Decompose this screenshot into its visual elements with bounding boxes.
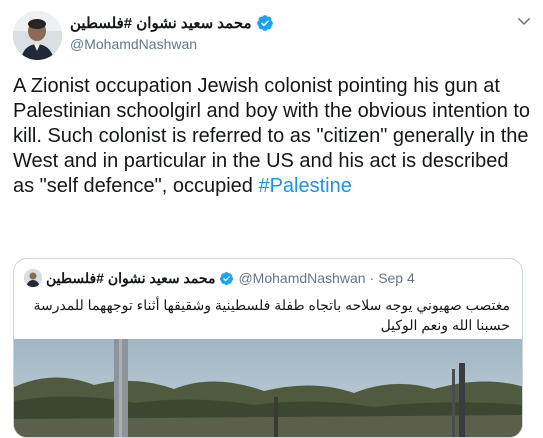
chevron-down-icon[interactable] xyxy=(515,12,533,30)
quoted-date[interactable]: Sep 4 xyxy=(378,270,415,286)
quoted-separator: · xyxy=(369,270,375,286)
author-display-name[interactable]: محمد سعيد نشوان #فلسطين xyxy=(70,14,252,32)
author-avatar[interactable] xyxy=(13,11,62,60)
quoted-text-line1: مغتصب صهيوني يوجه سلاحه باتجاه طفلة فلسط… xyxy=(33,297,510,313)
hashtag-palestine-link[interactable]: #Palestine xyxy=(258,175,351,197)
avatar-photo xyxy=(13,11,62,60)
quoted-media-image[interactable] xyxy=(14,339,522,437)
quoted-text-line2: حسبنا الله ونعم الوكيل xyxy=(380,317,510,333)
quoted-author-handle: @MohamdNashwan xyxy=(238,270,366,286)
quoted-tweet-header: محمد سعيد نشوان #فلسطين @MohamdNashwan ·… xyxy=(24,269,415,287)
author-name-row: محمد سعيد نشوان #فلسطين xyxy=(70,12,274,34)
quoted-author-avatar xyxy=(24,269,42,287)
quoted-tweet-text: مغتصب صهيوني يوجه سلاحه باتجاه طفلة فلسط… xyxy=(25,295,510,335)
verified-badge-icon xyxy=(220,271,234,285)
quoted-tweet-card[interactable]: محمد سعيد نشوان #فلسطين @MohamdNashwan ·… xyxy=(13,258,523,438)
verified-badge-icon xyxy=(256,15,273,31)
media-photo xyxy=(14,339,522,437)
tweet-text: A Zionist occupation Jewish colonist poi… xyxy=(13,74,533,199)
author-handle[interactable]: @MohamdNashwan xyxy=(70,36,197,52)
quoted-author-display-name: محمد سعيد نشوان #فلسطين xyxy=(46,269,216,286)
